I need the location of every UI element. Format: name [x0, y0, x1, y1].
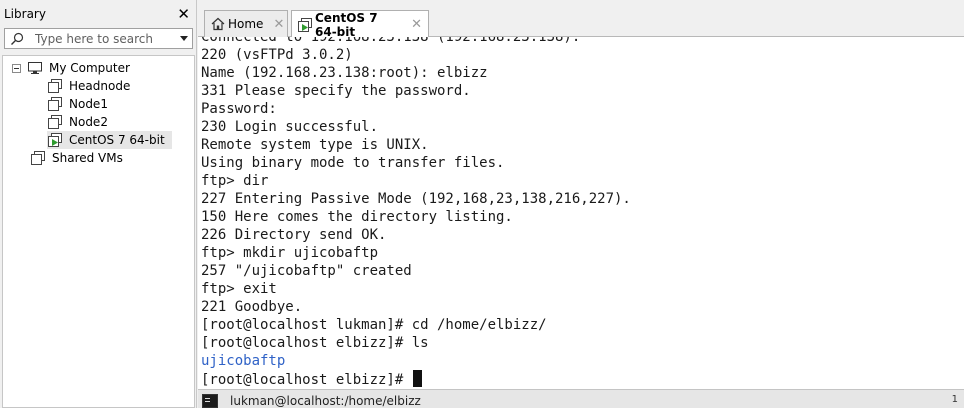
taskbar-edge-text: 1: [951, 394, 958, 405]
tree-item-headnode[interactable]: Headnode: [47, 77, 133, 95]
terminal-line: Using binary mode to transfer files.: [201, 155, 505, 171]
vm-icon: [47, 96, 63, 112]
guest-taskbar: lukman@localhost:/home/elbizz 1: [198, 389, 964, 408]
terminal-line: ftp> exit: [201, 281, 277, 297]
tab-label: Home: [228, 17, 264, 31]
library-panel: Library ✕ My Computer: [0, 0, 197, 408]
tree-item-centos[interactable]: CentOS 7 64-bit: [47, 131, 172, 149]
terminal-cursor: [412, 370, 422, 387]
monitor-icon: [27, 60, 43, 76]
tree-item-node2[interactable]: Node2: [47, 113, 111, 131]
terminal-line: 230 Login successful.: [201, 119, 379, 135]
terminal-output: Connected to 192.168.23.138 (192.168.23.…: [201, 37, 631, 389]
terminal-line: Name (192.168.23.138:root): elbizz: [201, 65, 488, 81]
library-search-box[interactable]: [4, 28, 193, 49]
shared-vms-icon: [30, 150, 46, 166]
collapse-toggle-icon[interactable]: [12, 63, 21, 73]
terminal-line: Connected to 192.168.23.138 (192.168.23.…: [201, 37, 581, 45]
tab-close-icon[interactable]: ✕: [411, 17, 422, 32]
terminal-line: 331 Please specify the password.: [201, 83, 471, 99]
terminal-icon: [202, 394, 218, 408]
tab-home[interactable]: Home ✕: [204, 10, 288, 37]
terminal-prompt: [root@localhost elbizz]#: [201, 372, 412, 388]
terminal-line: 150 Here comes the directory listing.: [201, 209, 513, 225]
home-icon: [211, 16, 225, 32]
library-search-input[interactable]: [29, 31, 169, 46]
terminal-line: Remote system type is UNIX.: [201, 137, 429, 153]
tree-item-node1[interactable]: Node1: [47, 95, 111, 113]
terminal-line: Password:: [201, 101, 277, 117]
terminal-line: 221 Goodbye.: [201, 299, 303, 315]
vm-icon: [47, 114, 63, 130]
library-tree: My Computer Headnode Node1 Node2 CentOS …: [2, 55, 195, 408]
tab-centos[interactable]: CentOS 7 64-bit ✕: [291, 10, 429, 39]
tree-item-label: My Computer: [49, 61, 130, 75]
terminal-line: 226 Directory send OK.: [201, 227, 387, 243]
taskbar-terminal-item[interactable]: lukman@localhost:/home/elbizz: [202, 394, 421, 408]
tree-item-my-computer[interactable]: My Computer: [12, 59, 133, 77]
terminal-line: ujicobaftp: [201, 353, 286, 369]
terminal-line: 257 "/ujicobaftp" created: [201, 263, 412, 279]
tab-strip: Home ✕ CentOS 7 64-bit ✕: [198, 0, 964, 39]
tree-item-label: Node1: [69, 97, 108, 111]
terminal-line: ftp> dir: [201, 173, 269, 189]
tab-close-icon[interactable]: ✕: [273, 17, 284, 32]
library-header: Library ✕: [0, 0, 196, 28]
tab-label: CentOS 7 64-bit: [315, 10, 378, 39]
library-close-icon[interactable]: ✕: [177, 7, 190, 22]
tree-item-shared-vms[interactable]: Shared VMs: [30, 149, 126, 167]
tree-item-label: Headnode: [69, 79, 131, 93]
tree-item-label: CentOS 7 64-bit: [69, 133, 165, 147]
terminal-prompt-line: [root@localhost elbizz]#: [201, 370, 631, 389]
tree-item-label: Shared VMs: [52, 151, 123, 165]
search-icon: [5, 29, 29, 48]
terminal-line: 227 Entering Passive Mode (192,168,23,13…: [201, 191, 631, 207]
vm-running-icon: [47, 132, 63, 148]
terminal-line: [root@localhost elbizz]# ls: [201, 335, 429, 351]
taskbar-item-label: lukman@localhost:/home/elbizz: [230, 394, 421, 408]
terminal-console[interactable]: Connected to 192.168.23.138 (192.168.23.…: [198, 37, 964, 389]
terminal-line: [root@localhost lukman]# cd /home/elbizz…: [201, 317, 547, 333]
terminal-line: ftp> mkdir ujicobaftp: [201, 245, 379, 261]
terminal-line: 220 (vsFTPd 3.0.2): [201, 47, 353, 63]
library-title: Library: [4, 7, 46, 21]
vm-running-icon: [298, 17, 312, 33]
vm-icon: [47, 78, 63, 94]
search-dropdown-icon[interactable]: [180, 36, 188, 41]
tree-item-label: Node2: [69, 115, 108, 129]
